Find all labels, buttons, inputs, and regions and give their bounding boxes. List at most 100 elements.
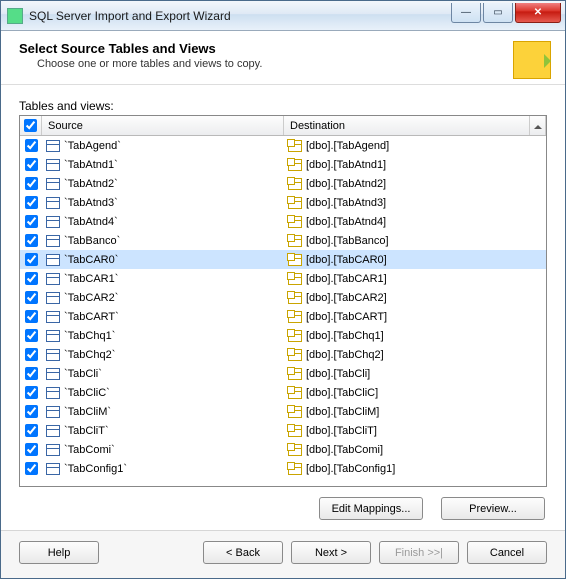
wizard-header: Select Source Tables and Views Choose on… (1, 31, 565, 74)
destination-table-icon (288, 368, 302, 380)
table-row[interactable]: `TabBanco`[dbo].[TabBanco] (20, 231, 546, 250)
edit-mappings-button[interactable]: Edit Mappings... (319, 497, 423, 520)
destination-table-icon (288, 425, 302, 437)
table-row[interactable]: `TabAtnd2`[dbo].[TabAtnd2] (20, 174, 546, 193)
destination-name: [dbo].[TabCAR0] (306, 254, 387, 266)
row-checkbox[interactable] (25, 215, 38, 228)
table-icon (46, 406, 60, 418)
select-all-checkbox[interactable] (24, 119, 37, 132)
destination-name: [dbo].[TabConfig1] (306, 463, 395, 475)
source-name: `TabComi` (64, 444, 115, 456)
finish-button[interactable]: Finish >>| (379, 541, 459, 564)
row-checkbox[interactable] (25, 367, 38, 380)
row-checkbox[interactable] (25, 139, 38, 152)
help-button[interactable]: Help (19, 541, 99, 564)
row-checkbox[interactable] (25, 424, 38, 437)
table-row[interactable]: `TabCliT`[dbo].[TabCliT] (20, 421, 546, 440)
destination-name: [dbo].[TabCli] (306, 368, 370, 380)
row-checkbox[interactable] (25, 272, 38, 285)
destination-name: [dbo].[TabCAR2] (306, 292, 387, 304)
table-row[interactable]: `TabAtnd1`[dbo].[TabAtnd1] (20, 155, 546, 174)
cancel-button[interactable]: Cancel (467, 541, 547, 564)
table-row[interactable]: `TabCliC`[dbo].[TabCliC] (20, 383, 546, 402)
header-destination[interactable]: Destination (284, 116, 530, 135)
close-button[interactable]: ✕ (515, 3, 561, 23)
destination-name: [dbo].[TabAtnd4] (306, 216, 386, 228)
source-name: `TabCliT` (64, 425, 109, 437)
row-checkbox[interactable] (25, 291, 38, 304)
row-checkbox[interactable] (25, 348, 38, 361)
destination-table-icon (288, 273, 302, 285)
destination-name: [dbo].[TabAgend] (306, 140, 389, 152)
destination-table-icon (288, 159, 302, 171)
table-icon (46, 330, 60, 342)
row-checkbox[interactable] (25, 177, 38, 190)
destination-name: [dbo].[TabCliC] (306, 387, 378, 399)
table-row[interactable]: `TabCAR1`[dbo].[TabCAR1] (20, 269, 546, 288)
table-row[interactable]: `TabCART`[dbo].[TabCART] (20, 307, 546, 326)
table-icon (46, 387, 60, 399)
titlebar[interactable]: SQL Server Import and Export Wizard — ▭ … (1, 1, 565, 31)
header-checkbox-cell[interactable] (20, 116, 42, 135)
source-name: `TabCliM` (64, 406, 111, 418)
destination-table-icon (288, 444, 302, 456)
source-name: `TabAtnd1` (64, 159, 118, 171)
back-button[interactable]: < Back (203, 541, 283, 564)
source-name: `TabBanco` (64, 235, 120, 247)
table-icon (46, 463, 60, 475)
row-checkbox[interactable] (25, 462, 38, 475)
destination-table-icon (288, 387, 302, 399)
maximize-button[interactable]: ▭ (483, 3, 513, 23)
destination-table-icon (288, 330, 302, 342)
wizard-body: Tables and views: Source Destination `Ta… (1, 85, 565, 530)
table-row[interactable]: `TabCliM`[dbo].[TabCliM] (20, 402, 546, 421)
row-checkbox[interactable] (25, 405, 38, 418)
table-row[interactable]: `TabCAR0`[dbo].[TabCAR0] (20, 250, 546, 269)
table-row[interactable]: `TabComi` [dbo].[TabComi] (20, 440, 546, 459)
row-checkbox[interactable] (25, 158, 38, 171)
row-checkbox[interactable] (25, 196, 38, 209)
source-name: `TabCAR2` (64, 292, 118, 304)
table-icon (46, 349, 60, 361)
table-row[interactable]: `TabCli` [dbo].[TabCli] (20, 364, 546, 383)
source-name: `TabCART` (64, 311, 119, 323)
table-row[interactable]: `TabAgend` [dbo].[TabAgend] (20, 136, 546, 155)
source-name: `TabConfig1` (64, 463, 127, 475)
table-row[interactable]: `TabConfig1` [dbo].[TabConfig1] (20, 459, 546, 478)
page-title: Select Source Tables and Views (19, 41, 547, 56)
destination-name: [dbo].[TabComi] (306, 444, 383, 456)
row-checkbox[interactable] (25, 443, 38, 456)
table-icon (46, 197, 60, 209)
source-name: `TabChq2` (64, 349, 115, 361)
destination-table-icon (288, 235, 302, 247)
next-button[interactable]: Next > (291, 541, 371, 564)
row-checkbox[interactable] (25, 329, 38, 342)
table-row[interactable]: `TabAtnd3`[dbo].[TabAtnd3] (20, 193, 546, 212)
destination-table-icon (288, 140, 302, 152)
table-row[interactable]: `TabChq1`[dbo].[TabChq1] (20, 326, 546, 345)
wizard-window: SQL Server Import and Export Wizard — ▭ … (0, 0, 566, 579)
row-checkbox[interactable] (25, 253, 38, 266)
table-icon (46, 140, 60, 152)
minimize-button[interactable]: — (451, 3, 481, 23)
preview-button[interactable]: Preview... (441, 497, 545, 520)
source-name: `TabCli` (64, 368, 102, 380)
destination-table-icon (288, 349, 302, 361)
grid-rows[interactable]: `TabAgend`[dbo].[TabAgend]`TabAtnd1`[dbo… (20, 136, 546, 486)
row-checkbox[interactable] (25, 386, 38, 399)
table-icon (46, 292, 60, 304)
row-checkbox[interactable] (25, 310, 38, 323)
table-row[interactable]: `TabChq2`[dbo].[TabChq2] (20, 345, 546, 364)
table-icon (46, 368, 60, 380)
table-row[interactable]: `TabAtnd4`[dbo].[TabAtnd4] (20, 212, 546, 231)
grid-label: Tables and views: (19, 99, 547, 113)
page-subtitle: Choose one or more tables and views to c… (37, 58, 547, 70)
source-name: `TabAgend` (64, 140, 121, 152)
table-icon (46, 254, 60, 266)
wizard-footer: Help < Back Next > Finish >>| Cancel (1, 530, 565, 578)
window-title: SQL Server Import and Export Wizard (29, 9, 449, 23)
header-source[interactable]: Source (42, 116, 284, 135)
destination-table-icon (288, 463, 302, 475)
table-row[interactable]: `TabCAR2` [dbo].[TabCAR2] (20, 288, 546, 307)
row-checkbox[interactable] (25, 234, 38, 247)
